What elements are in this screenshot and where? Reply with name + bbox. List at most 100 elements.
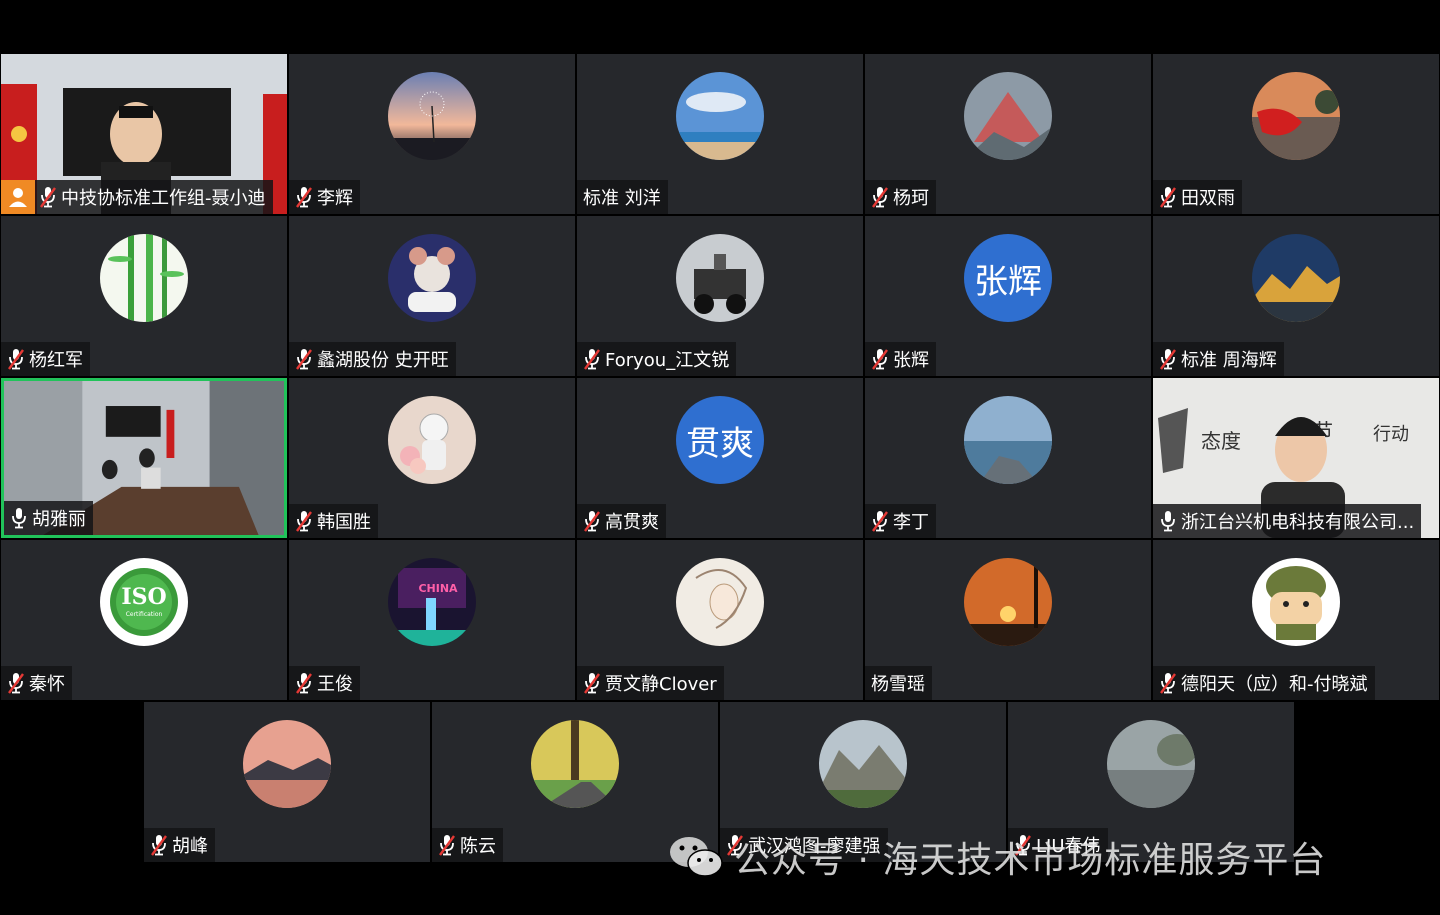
host-badge: [1, 180, 35, 214]
participant-name-label: 高贯爽: [577, 504, 666, 538]
mic-muted-icon[interactable]: [871, 348, 889, 370]
participant-avatar: [964, 72, 1052, 160]
participant-name: 中技协标准工作组-聂小迪: [61, 188, 266, 209]
mic-muted-icon[interactable]: [39, 186, 57, 208]
mic-muted-icon[interactable]: [295, 510, 313, 532]
participant-tile[interactable]: Foryou_江文锐: [577, 216, 863, 376]
watermark: 公众号 · 海天技术市场标准服务平台: [668, 832, 1326, 882]
participant-name: 高贯爽: [605, 512, 659, 533]
mic-muted-icon[interactable]: [871, 510, 889, 532]
participant-name-label: 中技协标准工作组-聂小迪: [1, 180, 273, 214]
mic-muted-icon[interactable]: [1159, 672, 1177, 694]
mic-muted-icon[interactable]: [150, 834, 168, 856]
mic-muted-icon[interactable]: [295, 186, 313, 208]
participant-tile[interactable]: 贾文静Clover: [577, 540, 863, 700]
participant-avatar: CHINA: [388, 558, 476, 646]
participant-tile[interactable]: 田双雨: [1153, 54, 1439, 214]
wechat-icon: [670, 837, 723, 877]
mic-muted-icon[interactable]: [1159, 348, 1177, 370]
participant-tile[interactable]: 李辉: [289, 54, 575, 214]
participant-name: 陈云: [460, 836, 496, 857]
participant-avatar: [964, 396, 1052, 484]
participant-name-label: 杨红军: [1, 342, 90, 376]
participant-avatar: [388, 396, 476, 484]
participant-name-label: 标准 刘洋: [577, 180, 668, 214]
participant-name-label: 王俊: [289, 666, 360, 700]
participant-avatar: [964, 558, 1052, 646]
participant-avatar: [1252, 558, 1340, 646]
participant-avatar: [819, 720, 907, 808]
participant-avatar: [676, 72, 764, 160]
participant-name-label: 田双雨: [1153, 180, 1242, 214]
participant-name: 王俊: [317, 674, 353, 695]
participant-tile[interactable]: 态度 细节 行动 浙江台兴机电科技有限公司...: [1153, 378, 1439, 538]
svg-text:Certification: Certification: [126, 611, 163, 618]
participant-tile[interactable]: 标准 周海辉: [1153, 216, 1439, 376]
person-icon: [9, 188, 27, 207]
participant-tile[interactable]: 胡峰: [144, 702, 430, 862]
participant-name: 李丁: [893, 512, 929, 533]
participant-tile[interactable]: 胡雅丽: [1, 378, 287, 538]
svg-text:CHINA: CHINA: [418, 582, 458, 595]
participant-tile[interactable]: CHINA 王俊: [289, 540, 575, 700]
participant-tile[interactable]: ISO Certification 秦怀: [1, 540, 287, 700]
participant-name-label: Foryou_江文锐: [577, 342, 737, 376]
participant-tile[interactable]: 贯爽 高贯爽: [577, 378, 863, 538]
participant-name: 德阳天（应）和-付晓斌: [1181, 674, 1368, 695]
participant-name-label: 秦怀: [1, 666, 72, 700]
participant-name-label: 杨珂: [865, 180, 936, 214]
participant-tile[interactable]: 杨雪瑶: [865, 540, 1151, 700]
participant-name: 胡雅丽: [32, 509, 86, 530]
banner-word: 态度: [1201, 429, 1241, 453]
participant-name-label: 胡峰: [144, 828, 215, 862]
mic-icon[interactable]: [10, 507, 28, 529]
participant-avatar: [676, 558, 764, 646]
participant-tile[interactable]: 杨红军: [1, 216, 287, 376]
text-avatar: 贯爽: [676, 396, 764, 484]
mic-muted-icon[interactable]: [583, 672, 601, 694]
participant-name-label: 李辉: [289, 180, 360, 214]
mic-muted-icon[interactable]: [295, 672, 313, 694]
participant-name-label: 杨雪瑶: [865, 666, 932, 700]
participant-name: 李辉: [317, 188, 353, 209]
participant-name: 浙江台兴机电科技有限公司...: [1181, 512, 1415, 533]
mic-icon[interactable]: [1159, 510, 1177, 532]
participant-name-label: 张辉: [865, 342, 936, 376]
participant-tile[interactable]: 德阳天（应）和-付晓斌: [1153, 540, 1439, 700]
mic-muted-icon[interactable]: [583, 348, 601, 370]
mic-muted-icon[interactable]: [438, 834, 456, 856]
participant-tile[interactable]: 蠡湖股份 史开旺: [289, 216, 575, 376]
participant-avatar: [1252, 72, 1340, 160]
mic-muted-icon[interactable]: [295, 348, 313, 370]
mic-muted-icon[interactable]: [1159, 186, 1177, 208]
participant-avatar: [243, 720, 331, 808]
participant-name: 胡峰: [172, 836, 208, 857]
participant-avatar: [100, 234, 188, 322]
participant-name: 蠡湖股份 史开旺: [317, 350, 449, 371]
mic-muted-icon[interactable]: [583, 510, 601, 532]
participant-name-label: 蠡湖股份 史开旺: [289, 342, 456, 376]
participant-avatar: [676, 234, 764, 322]
participant-name-label: 贾文静Clover: [577, 666, 724, 700]
participant-tile[interactable]: 李丁: [865, 378, 1151, 538]
participant-tile[interactable]: 标准 刘洋: [577, 54, 863, 214]
mic-muted-icon[interactable]: [871, 186, 889, 208]
participant-tile[interactable]: 中技协标准工作组-聂小迪: [1, 54, 287, 214]
participant-tile[interactable]: 张辉 张辉: [865, 216, 1151, 376]
svg-text:ISO: ISO: [121, 584, 166, 610]
banner-word: 行动: [1373, 424, 1409, 445]
participant-name: 韩国胜: [317, 512, 371, 533]
mic-muted-icon[interactable]: [7, 348, 25, 370]
participant-name: 张辉: [893, 350, 929, 371]
participant-avatar: [1107, 720, 1195, 808]
participant-name-label: 德阳天（应）和-付晓斌: [1153, 666, 1375, 700]
participant-tile[interactable]: 杨珂: [865, 54, 1151, 214]
participant-name-label: 陈云: [432, 828, 503, 862]
participant-name: 贾文静Clover: [605, 674, 717, 695]
participant-name: Foryou_江文锐: [605, 350, 730, 371]
participant-name: 标准 刘洋: [583, 188, 661, 209]
mic-muted-icon[interactable]: [7, 672, 25, 694]
participant-avatar: [388, 234, 476, 322]
participant-tile[interactable]: 韩国胜: [289, 378, 575, 538]
participant-avatar: [531, 720, 619, 808]
